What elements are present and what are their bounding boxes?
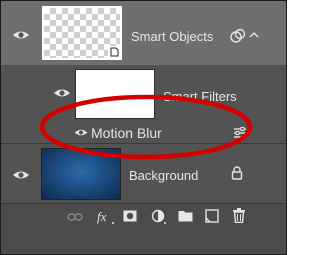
layer-name-smart-objects[interactable]: Smart Objects [131, 29, 213, 44]
collapse-arrow-icon[interactable] [249, 31, 259, 39]
layers-panel: Smart Objects Smart Filters Motion Blur [0, 0, 287, 255]
smart-filter-mask-thumbnail [75, 69, 155, 119]
visibility-eye-icon[interactable] [11, 27, 31, 43]
smart-object-badge-icon [108, 46, 120, 58]
fx-icon[interactable]: fx [96, 208, 116, 226]
blending-options-icon[interactable] [233, 127, 247, 139]
layers-panel-footer: fx [1, 203, 286, 254]
layer-row-background[interactable]: Background [1, 144, 286, 202]
filter-row-motion-blur[interactable]: Motion Blur [1, 121, 286, 145]
background-thumbnail [41, 148, 121, 200]
layer-row-smart-objects[interactable]: Smart Objects [1, 1, 286, 65]
smart-filters-label[interactable]: Smart Filters [163, 89, 237, 104]
layer-name-background[interactable]: Background [129, 168, 198, 183]
new-layer-icon[interactable] [205, 209, 219, 223]
adjustment-layer-icon[interactable] [151, 209, 167, 225]
smart-filters-visibility-eye-icon[interactable] [52, 85, 72, 101]
filter-visibility-eye-icon[interactable] [73, 126, 89, 139]
trash-icon[interactable] [233, 208, 245, 223]
svg-text:fx: fx [97, 209, 107, 224]
smart-filter-indicator-icon [230, 28, 246, 43]
folder-icon[interactable] [178, 210, 193, 222]
add-mask-icon[interactable] [123, 209, 137, 223]
background-visibility-eye-icon[interactable] [11, 167, 31, 183]
lock-icon [231, 166, 243, 180]
smart-filters-row[interactable]: Smart Filters [1, 65, 286, 121]
filter-name-motion-blur[interactable]: Motion Blur [91, 125, 162, 141]
link-icon[interactable] [67, 211, 83, 223]
